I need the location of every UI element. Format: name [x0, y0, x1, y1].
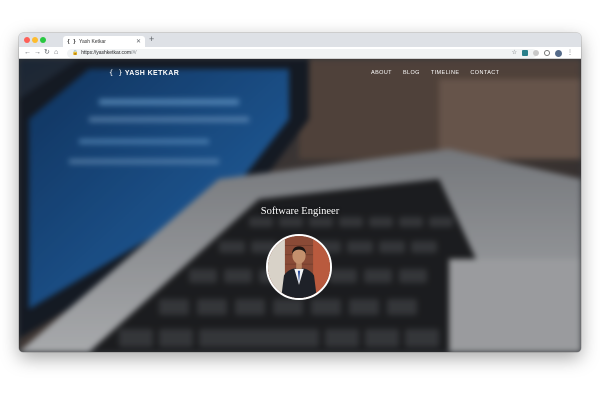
- bookmark-star-icon[interactable]: ☆: [512, 50, 517, 56]
- close-icon[interactable]: ✕: [136, 39, 141, 45]
- new-tab-button[interactable]: +: [149, 35, 154, 44]
- extension-icon[interactable]: [544, 50, 550, 56]
- toolbar-actions: ☆ ⋮: [512, 49, 573, 57]
- brand-name: YASH KETKAR: [124, 70, 180, 77]
- tab-title: Yash Ketkar: [79, 38, 106, 45]
- extension-icon[interactable]: [522, 50, 528, 56]
- extension-icon[interactable]: [533, 50, 539, 56]
- brand-logo-icon: { }: [109, 69, 123, 77]
- lock-icon: 🔒: [72, 50, 79, 56]
- url-text: https://yashketkar.com/#/: [81, 50, 136, 56]
- tab-favicon: { }: [67, 38, 77, 45]
- hero-headline: Software Engineer: [260, 206, 340, 217]
- browser-toolbar: ← → ↻ ⌂ 🔒 https://yashketkar.com/#/ ☆ ⋮: [19, 47, 581, 59]
- site-navbar: { } YASH KETKAR ABOUT BLOG TIMELINE CONTA…: [19, 59, 581, 89]
- web-page: { } YASH KETKAR ABOUT BLOG TIMELINE CONTA…: [19, 59, 581, 352]
- address-bar[interactable]: 🔒 https://yashketkar.com/#/: [67, 48, 537, 58]
- nav-link-contact[interactable]: CONTACT: [470, 70, 499, 76]
- close-window-button[interactable]: [24, 37, 30, 43]
- tab-strip: { } Yash Ketkar ✕ +: [19, 33, 581, 47]
- site-brand[interactable]: { } YASH KETKAR: [109, 69, 179, 77]
- nav-links: ABOUT BLOG TIMELINE CONTACT: [371, 70, 499, 76]
- home-icon[interactable]: ⌂: [54, 49, 58, 57]
- tab-yash-ketkar[interactable]: { } Yash Ketkar ✕: [63, 36, 145, 47]
- nav-link-blog[interactable]: BLOG: [403, 70, 420, 76]
- url-path: /#/: [130, 50, 137, 56]
- profile-avatar-icon[interactable]: [555, 49, 562, 57]
- nav-link-timeline[interactable]: TIMELINE: [431, 70, 460, 76]
- minimize-window-button[interactable]: [32, 37, 38, 43]
- profile-photo: [266, 234, 332, 300]
- zoom-window-button[interactable]: [40, 37, 46, 43]
- profile-portrait-image: [268, 236, 330, 298]
- reload-icon[interactable]: ↻: [44, 49, 50, 57]
- back-icon[interactable]: ←: [24, 49, 31, 57]
- forward-icon[interactable]: →: [34, 49, 41, 57]
- url-host: https://yashketkar.com: [81, 50, 131, 56]
- nav-link-about[interactable]: ABOUT: [371, 70, 392, 76]
- menu-icon[interactable]: ⋮: [567, 50, 573, 56]
- browser-window: { } Yash Ketkar ✕ + ← → ↻ ⌂ 🔒 https://ya…: [19, 33, 581, 352]
